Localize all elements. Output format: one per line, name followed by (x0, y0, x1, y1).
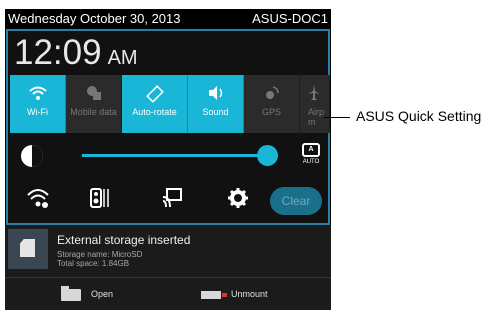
mobile-data-label: Mobile data (70, 107, 117, 117)
auto-brightness-label: AUTO (302, 159, 320, 165)
auto-rotate-tile[interactable]: Auto-rotate (122, 75, 188, 133)
brightness-icon (21, 145, 43, 167)
sound-label: Sound (202, 107, 229, 117)
unmount-label: Unmount (231, 289, 268, 299)
clock: 12:09 AM (14, 33, 138, 73)
status-bar: Wednesday October 30, 2013 ASUS-DOC1 (5, 9, 331, 29)
total-space: Total space: 1.84GB (57, 259, 130, 268)
clear-button[interactable]: Clear (270, 187, 322, 215)
unmount-button[interactable]: Unmount (201, 285, 268, 303)
status-date: Wednesday October 30, 2013 (8, 11, 181, 26)
auto-brightness-toggle[interactable]: A AUTO (300, 143, 322, 169)
wifi-label: Wi-Fi (27, 107, 48, 117)
auto-rotate-icon (145, 85, 164, 103)
screen-cast-icon (162, 188, 182, 208)
brightness-row: A AUTO (10, 135, 328, 179)
notification-shade: Wednesday October 30, 2013 ASUS-DOC1 12:… (5, 9, 331, 310)
sd-card-icon (8, 229, 48, 269)
screen-cast-button[interactable] (158, 187, 186, 215)
quick-setting-tiles: Wi-Fi Mobile data Auto-rotate Sound GPS … (10, 75, 330, 133)
callout-line (324, 117, 350, 118)
auto-rotate-label: Auto-rotate (132, 107, 177, 117)
mobile-data-tile[interactable]: Mobile data (66, 75, 122, 133)
clock-time: 12:09 (14, 33, 102, 72)
callout-label: ASUS Quick Setting (356, 108, 482, 124)
open-button[interactable]: Open (61, 285, 113, 303)
folder-icon (61, 285, 81, 301)
open-label: Open (91, 289, 114, 299)
brightness-slider[interactable] (82, 154, 267, 157)
device-name: ASUS-DOC1 (252, 11, 328, 26)
clock-ampm: AM (107, 47, 138, 69)
gps-tile[interactable]: GPS (244, 75, 300, 133)
unmount-icon (201, 290, 227, 299)
wifi-tile[interactable]: Wi-Fi (10, 75, 66, 133)
asus-quick-settings-panel: 12:09 AM Wi-Fi Mobile data Auto-rotate S… (6, 29, 330, 225)
equalizer-button[interactable] (86, 187, 114, 215)
wifi-icon (28, 85, 47, 103)
storage-name: Storage name: MicroSD (57, 250, 143, 259)
sound-tile[interactable]: Sound (188, 75, 244, 133)
mobile-data-icon (85, 85, 103, 103)
divider (5, 277, 331, 278)
auto-brightness-icon: A (302, 143, 320, 157)
wifi-settings-icon (27, 189, 49, 208)
gear-icon (228, 188, 248, 208)
sound-icon (207, 85, 225, 103)
wifi-settings-button[interactable] (24, 187, 52, 215)
storage-notification[interactable]: External storage inserted Storage name: … (5, 225, 331, 310)
brightness-slider-handle[interactable] (257, 145, 278, 166)
airplane-mode-tile[interactable]: Airp m (300, 75, 330, 133)
gps-icon (263, 85, 281, 103)
notification-title: External storage inserted (57, 233, 191, 247)
quick-actions-row: Clear (10, 181, 328, 223)
airplane-mode-icon (308, 85, 326, 103)
settings-button[interactable] (224, 187, 252, 215)
gps-label: GPS (261, 107, 281, 117)
equalizer-icon (90, 188, 109, 208)
